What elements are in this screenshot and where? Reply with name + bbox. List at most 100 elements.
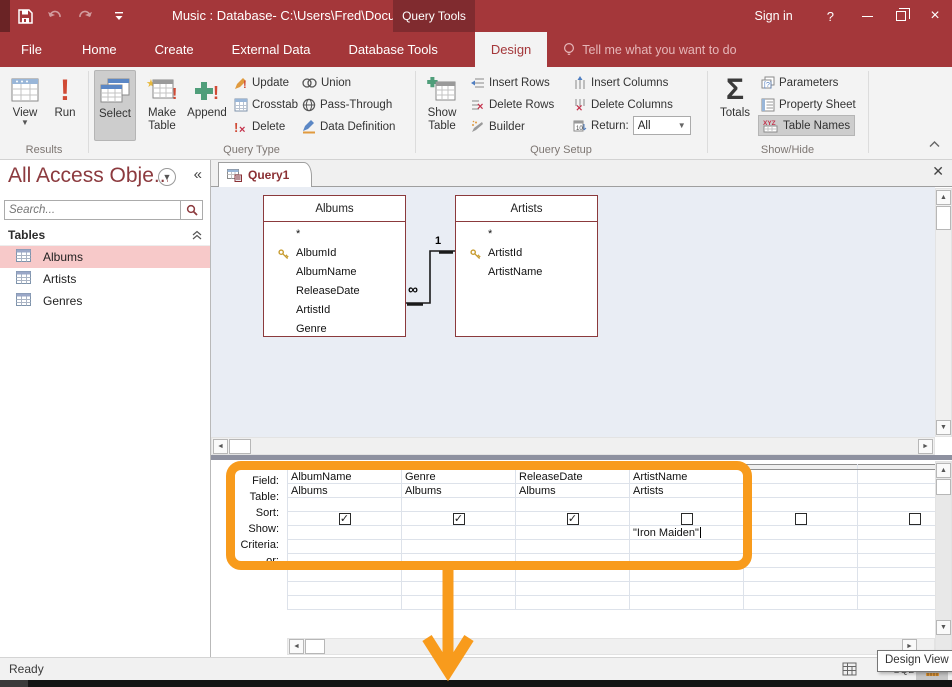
scrollbar-thumb[interactable] [305,639,325,654]
grid-vertical-scrollbar[interactable]: ▲ ▼ [935,461,952,655]
show-checkbox[interactable]: ✓ [453,513,465,525]
grid-cell-empty[interactable] [288,568,402,582]
field-item[interactable]: ArtistId [456,244,597,263]
table-names-button[interactable]: XYZ Table Names [758,115,855,136]
property-sheet-button[interactable]: Property Sheet [761,94,856,115]
delete-columns-button[interactable]: × Delete Columns [573,94,673,115]
close-document-icon[interactable]: ✕ [932,163,944,180]
grid-cell-table[interactable]: Albums [516,484,630,498]
tab-home[interactable]: Home [63,32,136,67]
scroll-up-icon[interactable]: ▲ [936,463,951,478]
grid-cell-or[interactable] [858,540,936,554]
field-item[interactable]: AlbumName [264,263,405,282]
view-button[interactable]: View ▼ [6,70,44,141]
grid-cell-empty[interactable] [402,582,516,596]
grid-cell-field[interactable]: ReleaseDate [516,470,630,484]
grid-cell-criteria[interactable]: "Iron Maiden" [630,526,744,540]
scrollbar-thumb[interactable] [229,439,251,454]
minimize-button[interactable] [850,0,884,32]
field-item[interactable]: ReleaseDate [264,282,405,301]
nav-item-albums[interactable]: Albums [0,246,210,268]
show-checkbox[interactable] [909,513,921,525]
nav-item-artists[interactable]: Artists [0,268,210,290]
field-item[interactable]: ArtistName [456,263,597,282]
grid-cell-or[interactable] [288,540,402,554]
tab-design[interactable]: Design [475,32,547,67]
field-item[interactable]: AlbumId [264,244,405,263]
grid-cell-field[interactable] [858,470,936,484]
grid-cell-field[interactable]: Genre [402,470,516,484]
grid-cell-empty[interactable] [858,568,936,582]
run-button[interactable]: ! Run [48,70,82,141]
delete-query-button[interactable]: !× Delete [234,116,285,137]
grid-cell-table[interactable] [858,484,936,498]
append-button[interactable]: ! Append [186,70,228,141]
show-checkbox[interactable]: ✓ [339,513,351,525]
data-definition-button[interactable]: Data Definition [302,116,395,137]
grid-cell-table[interactable] [744,484,858,498]
grid-cell-empty[interactable] [402,568,516,582]
grid-cell-empty[interactable] [516,582,630,596]
contextual-tab-group[interactable]: Query Tools [393,0,475,32]
grid-cell-sort[interactable] [288,498,402,512]
grid-cell-sort[interactable] [516,498,630,512]
nav-menu-dropdown-icon[interactable]: ▼ [158,168,176,186]
help-button[interactable]: ? [811,9,850,24]
search-input[interactable] [5,201,180,219]
save-icon[interactable] [16,7,34,25]
grid-cell-empty[interactable] [516,568,630,582]
grid-cell-empty[interactable] [402,554,516,568]
parameters-button[interactable]: [?] Parameters [761,72,838,93]
field-item[interactable]: ArtistId [264,301,405,320]
grid-cell-empty[interactable] [288,582,402,596]
tab-create[interactable]: Create [136,32,213,67]
select-query-button[interactable]: Select [94,70,136,141]
show-checkbox[interactable] [795,513,807,525]
grid-cell-empty[interactable] [858,554,936,568]
tell-me-box[interactable]: Tell me what you want to do [563,32,736,67]
design-vertical-scrollbar[interactable]: ▲ ▼ [935,188,952,437]
design-horizontal-scrollbar[interactable]: ◄ ► [211,437,935,455]
shutter-bar-close-icon[interactable]: « [194,166,202,183]
redo-icon[interactable] [76,7,94,25]
grid-cell-sort[interactable] [858,498,936,512]
grid-cell-or[interactable] [402,540,516,554]
grid-horizontal-scrollbar[interactable]: ◄ ► [287,638,935,655]
grid-cell-empty[interactable] [288,596,402,610]
nav-group-header-tables[interactable]: Tables [0,224,210,246]
crosstab-button[interactable]: Crosstab [234,94,298,115]
collapse-group-icon[interactable] [192,230,202,240]
insert-columns-button[interactable]: Insert Columns [573,72,668,93]
update-button[interactable]: ! Update [234,72,289,93]
grid-cell-empty[interactable] [402,596,516,610]
grid-cell-empty[interactable] [744,596,858,610]
restore-button[interactable] [884,0,918,32]
quick-access-dropdown-icon[interactable] [110,7,128,25]
return-combobox[interactable]: All▼ [633,116,691,135]
grid-cell-table[interactable]: Artists [630,484,744,498]
grid-cell-table[interactable]: Albums [402,484,516,498]
grid-cell-sort[interactable] [744,498,858,512]
sign-in-button[interactable]: Sign in [737,9,811,23]
datasheet-view-icon[interactable] [842,662,857,679]
grid-cell-criteria[interactable] [288,526,402,540]
field-item[interactable]: * [264,225,405,244]
grid-cell-sort[interactable] [630,498,744,512]
scrollbar-thumb[interactable] [936,479,951,495]
scroll-down-icon[interactable]: ▼ [936,620,951,635]
builder-button[interactable]: Builder [471,116,525,137]
grid-cell-sort[interactable] [402,498,516,512]
scroll-down-icon[interactable]: ▼ [936,420,951,435]
scroll-right-icon[interactable]: ► [918,439,933,454]
grid-cell-empty[interactable] [744,554,858,568]
field-list-artists[interactable]: Artists*ArtistIdArtistName [455,195,598,337]
field-item[interactable]: Genre [264,320,405,339]
grid-cell-or[interactable] [630,540,744,554]
grid-cell-empty[interactable] [630,554,744,568]
grid-cell-or[interactable] [744,540,858,554]
grid-cell-or[interactable] [516,540,630,554]
insert-rows-button[interactable]: Insert Rows [471,72,550,93]
grid-cell-empty[interactable] [744,568,858,582]
field-item[interactable]: * [456,225,597,244]
grid-cell-empty[interactable] [516,596,630,610]
